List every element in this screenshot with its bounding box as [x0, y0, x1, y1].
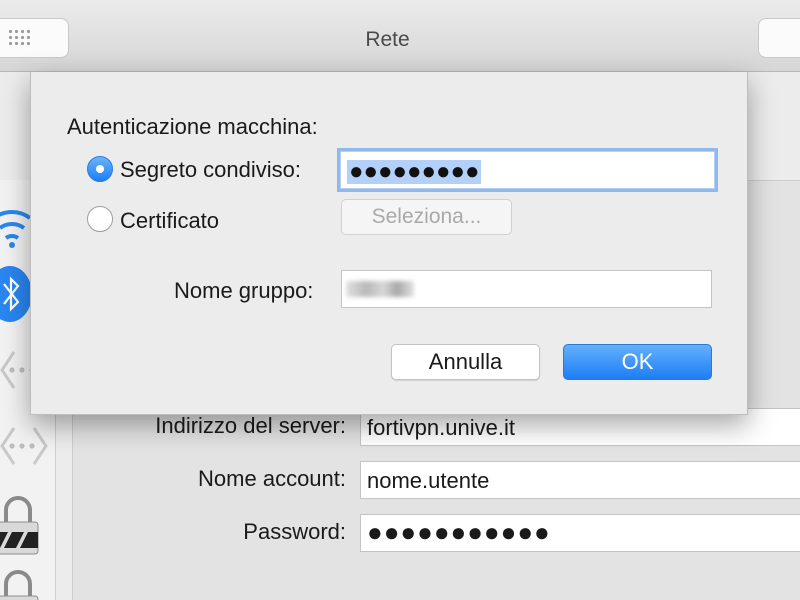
group-name-field[interactable]: [341, 270, 712, 308]
server-address-label: Indirizzo del server:: [155, 413, 346, 438]
window-title: Rete: [365, 28, 410, 51]
show-all-button[interactable]: [0, 18, 69, 58]
password-field[interactable]: ●●●●●●●●●●●: [360, 514, 800, 552]
certificate-radio[interactable]: [87, 206, 113, 232]
shared-secret-radio[interactable]: [87, 156, 113, 182]
certificate-label: Certificato: [120, 208, 220, 233]
authentication-sheet: Autenticazione macchina: Segreto condivi…: [30, 72, 748, 415]
shared-secret-value: ●●●●●●●●●: [347, 158, 482, 185]
lock-icon[interactable]: [0, 492, 48, 556]
select-certificate-button[interactable]: Seleziona...: [341, 199, 512, 235]
shared-secret-label: Segreto condiviso:: [120, 157, 301, 182]
shared-secret-field[interactable]: ●●●●●●●●●: [337, 148, 718, 192]
search-field[interactable]: [758, 18, 800, 58]
account-name-field[interactable]: nome.utente: [360, 461, 800, 499]
grid-icon: [9, 30, 30, 46]
cancel-button[interactable]: Annulla: [391, 344, 540, 380]
ok-button[interactable]: OK: [563, 344, 712, 380]
account-name-label: Nome account:: [198, 466, 346, 491]
password-label: Password:: [243, 519, 346, 544]
sheet-title: Autenticazione macchina:: [67, 114, 318, 139]
lock-icon[interactable]: [0, 566, 48, 600]
title-bar: Rete: [0, 0, 800, 72]
redacted-text: [346, 281, 414, 297]
group-name-label: Nome gruppo:: [174, 278, 314, 303]
network-icon[interactable]: [0, 424, 48, 468]
